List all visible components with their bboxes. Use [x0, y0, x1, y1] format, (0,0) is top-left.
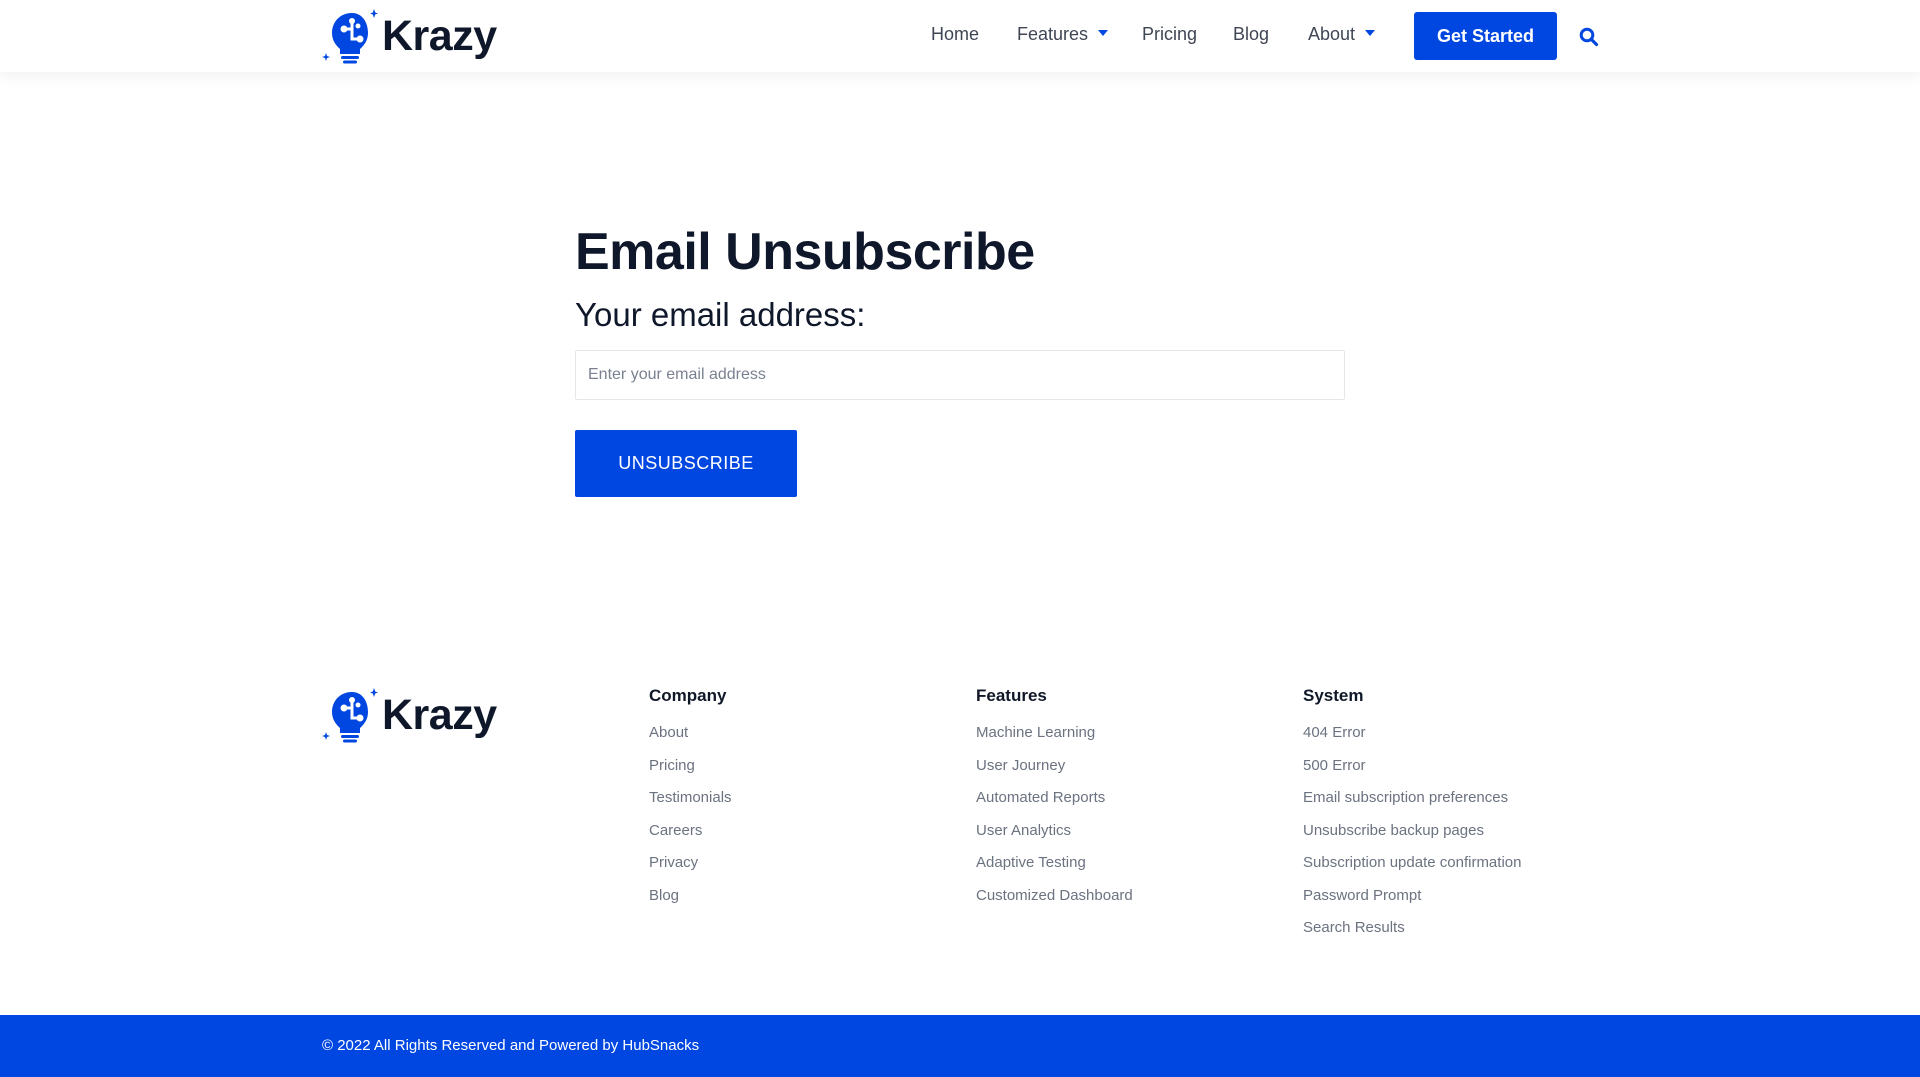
brand-logo[interactable]: Krazy	[322, 7, 497, 65]
footer-link[interactable]: Password Prompt	[1303, 887, 1521, 920]
site-header: Krazy Home Features Pricing Blog About G…	[0, 0, 1920, 72]
footer-link[interactable]: Privacy	[649, 854, 732, 887]
footer-link[interactable]: User Journey	[976, 757, 1133, 790]
footer-brand-name: Krazy	[382, 690, 497, 739]
footer-link[interactable]: Testimonials	[649, 789, 732, 822]
footer-link[interactable]: Machine Learning	[976, 724, 1133, 757]
footer-link[interactable]: 500 Error	[1303, 757, 1521, 790]
footer-column-features: Features Machine Learning User Journey A…	[976, 686, 1133, 919]
nav-features-label: Features	[1017, 24, 1089, 44]
footer-bottom-bar: © 2022 All Rights Reserved and Powered b…	[0, 1015, 1920, 1077]
unsubscribe-button[interactable]: UNSUBSCRIBE	[575, 430, 797, 497]
footer-link[interactable]: Unsubscribe backup pages	[1303, 822, 1521, 855]
nav-about[interactable]: About	[1308, 24, 1376, 45]
email-input[interactable]	[575, 350, 1345, 400]
caret-down-icon	[1098, 30, 1109, 37]
search-icon	[1579, 27, 1599, 47]
footer-link[interactable]: 404 Error	[1303, 724, 1521, 757]
footer-link[interactable]: Customized Dashboard	[976, 887, 1133, 920]
footer-link[interactable]: Search Results	[1303, 919, 1521, 952]
footer-link[interactable]: Subscription update confirmation	[1303, 854, 1521, 887]
footer-link[interactable]: Automated Reports	[976, 789, 1133, 822]
copyright-text: © 2022 All Rights Reserved and Powered b…	[322, 1037, 700, 1054]
brand-name: Krazy	[382, 11, 497, 60]
footer-heading-features: Features	[976, 686, 1047, 705]
nav-blog[interactable]: Blog	[1233, 24, 1269, 45]
footer-link[interactable]: User Analytics	[976, 822, 1133, 855]
get-started-button[interactable]: Get Started	[1414, 12, 1557, 60]
lightbulb-logo-icon	[322, 9, 378, 64]
nav-about-label: About	[1308, 24, 1356, 44]
page-title: Email Unsubscribe	[575, 223, 1035, 281]
footer-link[interactable]: About	[649, 724, 732, 757]
footer-heading-system: System	[1303, 686, 1364, 705]
lightbulb-logo-icon	[322, 688, 378, 743]
footer-link[interactable]: Adaptive Testing	[976, 854, 1133, 887]
nav-home-label: Home	[931, 24, 980, 44]
nav-pricing[interactable]: Pricing	[1142, 24, 1197, 45]
footer-link[interactable]: Email subscription preferences	[1303, 789, 1521, 822]
nav-home[interactable]: Home	[931, 24, 979, 45]
footer-heading-company: Company	[649, 686, 727, 705]
footer-brand-logo[interactable]: Krazy	[322, 686, 497, 744]
footer-link[interactable]: Blog	[649, 887, 732, 920]
footer-column-system: System 404 Error 500 Error Email subscri…	[1303, 686, 1521, 952]
search-button[interactable]	[1579, 27, 1599, 52]
email-label: Your email address:	[575, 296, 866, 333]
caret-down-icon	[1365, 30, 1376, 37]
nav-pricing-label: Pricing	[1142, 24, 1198, 44]
footer-column-company: Company About Pricing Testimonials Caree…	[649, 686, 732, 919]
nav-features[interactable]: Features	[1017, 24, 1109, 45]
footer-link[interactable]: Careers	[649, 822, 732, 855]
footer-link[interactable]: Pricing	[649, 757, 732, 790]
nav-blog-label: Blog	[1233, 24, 1270, 44]
